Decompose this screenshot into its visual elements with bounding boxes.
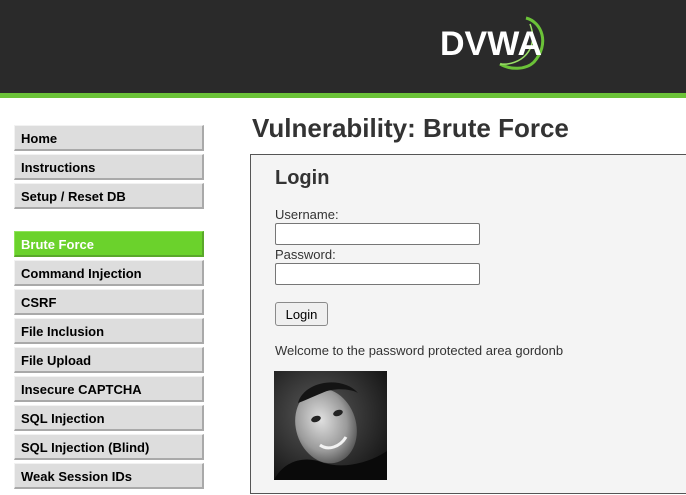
menu-spacer <box>14 212 204 231</box>
menu-item-command-injection[interactable]: Command Injection <box>14 260 204 286</box>
password-label: Password: <box>275 247 336 262</box>
header-accent-line <box>0 93 686 98</box>
sidebar-menu: Home Instructions Setup / Reset DB Brute… <box>14 125 204 492</box>
logo-text: DVWA <box>440 25 542 63</box>
login-heading: Login <box>275 167 330 189</box>
menu-item-home[interactable]: Home <box>14 125 204 151</box>
user-avatar-image <box>274 371 387 480</box>
page-title: Vulnerability: Brute Force <box>252 113 569 143</box>
login-button[interactable]: Login <box>275 302 328 326</box>
menu-item-setup-reset-db[interactable]: Setup / Reset DB <box>14 183 204 209</box>
header-bar: DVWA <box>0 0 686 93</box>
dvwa-logo[interactable]: DVWA <box>438 10 563 70</box>
login-panel: Login Username: Password: Login Welcome … <box>250 154 686 494</box>
menu-item-brute-force[interactable]: Brute Force <box>14 231 204 257</box>
menu-item-weak-session-ids[interactable]: Weak Session IDs <box>14 463 204 489</box>
menu-item-insecure-captcha[interactable]: Insecure CAPTCHA <box>14 376 204 402</box>
menu-item-file-upload[interactable]: File Upload <box>14 347 204 373</box>
menu-item-instructions[interactable]: Instructions <box>14 154 204 180</box>
menu-item-file-inclusion[interactable]: File Inclusion <box>14 318 204 344</box>
welcome-message: Welcome to the password protected area g… <box>275 343 564 358</box>
menu-item-sql-injection[interactable]: SQL Injection <box>14 405 204 431</box>
menu-item-sql-injection-blind[interactable]: SQL Injection (Blind) <box>14 434 204 460</box>
menu-item-csrf[interactable]: CSRF <box>14 289 204 315</box>
username-label: Username: <box>275 207 339 222</box>
password-input[interactable] <box>275 263 480 285</box>
username-input[interactable] <box>275 223 480 245</box>
